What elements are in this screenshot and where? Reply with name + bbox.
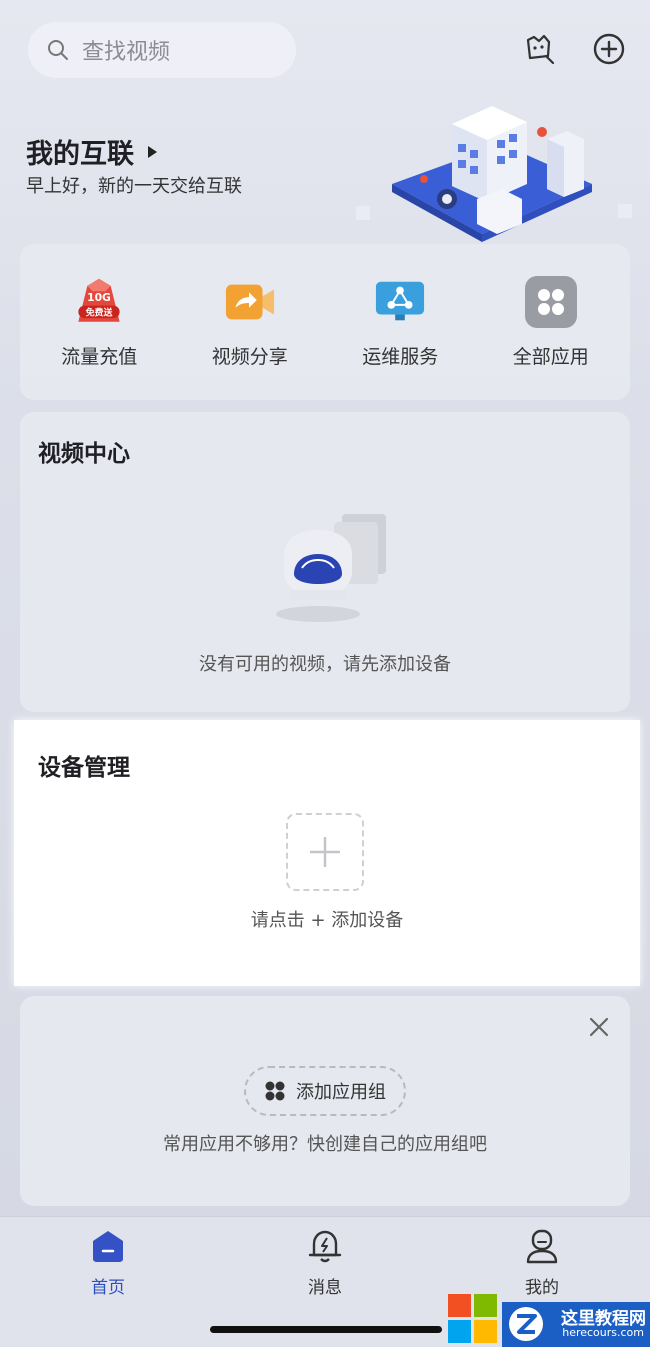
app-label: 流量充值 bbox=[61, 345, 138, 368]
watermark-url: herecours.com bbox=[562, 1326, 644, 1339]
scan-face-icon[interactable] bbox=[522, 32, 556, 66]
tab-label: 首页 bbox=[91, 1278, 125, 1298]
app-video-share[interactable]: 视频分享 bbox=[180, 276, 320, 369]
tab-home[interactable]: 首页 bbox=[48, 1227, 168, 1298]
tab-label: 消息 bbox=[308, 1278, 342, 1298]
app-data-topup[interactable]: 10G 免费送 流量充值 bbox=[29, 276, 169, 369]
add-device-button[interactable] bbox=[286, 813, 364, 891]
windows-logo-icon bbox=[448, 1294, 497, 1343]
tab-messages[interactable]: 消息 bbox=[265, 1227, 385, 1298]
profile-icon bbox=[526, 1229, 558, 1264]
tab-profile[interactable]: 我的 bbox=[482, 1227, 602, 1298]
city-building-illustration bbox=[356, 106, 632, 242]
video-center-card: 视频中心 没有可用的视频，请先添加设备 bbox=[20, 412, 630, 712]
video-share-icon bbox=[224, 276, 276, 328]
ops-service-icon bbox=[374, 276, 426, 328]
app-group-tip: 常用应用不够用？快创建自己的应用组吧 bbox=[163, 1134, 487, 1155]
search-bar[interactable]: 查找视频 bbox=[28, 22, 296, 78]
video-center-title: 视频中心 bbox=[38, 441, 130, 467]
bell-icon bbox=[308, 1230, 342, 1263]
app-label: 视频分享 bbox=[211, 345, 288, 368]
z-logo-icon bbox=[509, 1307, 543, 1341]
add-app-group-button[interactable]: 添加应用组 bbox=[244, 1066, 406, 1116]
video-empty-text: 没有可用的视频，请先添加设备 bbox=[199, 654, 451, 675]
search-icon bbox=[48, 40, 68, 60]
home-indicator bbox=[210, 1326, 442, 1333]
home-icon bbox=[93, 1231, 123, 1262]
app-label: 运维服务 bbox=[362, 345, 439, 368]
add-device-hint: 请点击 + 添加设备 bbox=[250, 910, 404, 931]
app-grid-icon bbox=[265, 1081, 285, 1101]
page-title[interactable]: 我的互联 bbox=[26, 132, 157, 171]
app-group-card: 添加应用组 常用应用不够用？快创建自己的应用组吧 bbox=[20, 996, 630, 1206]
add-app-group-label: 添加应用组 bbox=[296, 1082, 386, 1103]
app-ops-service[interactable]: 运维服务 bbox=[330, 276, 470, 369]
greeting-text: 早上好，新的一天交给互联 bbox=[26, 176, 242, 197]
quick-apps-card: 10G 免费送 流量充值 视频分享 运维服务 全部应用 bbox=[20, 244, 630, 400]
all-apps-icon bbox=[524, 275, 577, 328]
badge-top-text: 10G bbox=[87, 291, 111, 304]
page-title-text: 我的互联 bbox=[26, 139, 134, 170]
plus-icon bbox=[310, 837, 340, 867]
empty-camera-illustration bbox=[276, 514, 386, 622]
search-placeholder: 查找视频 bbox=[82, 40, 171, 65]
device-management-title: 设备管理 bbox=[38, 755, 130, 781]
device-management-card: 设备管理 请点击 + 添加设备 bbox=[14, 720, 640, 986]
play-arrow-icon bbox=[148, 145, 157, 158]
data-topup-icon: 10G 免费送 bbox=[73, 276, 125, 328]
app-home-screen: 查找视频 我的互联 早上好，新的一天交给互联 10G 免费送 流量充值 视频分享… bbox=[0, 0, 650, 1347]
add-circle-icon[interactable] bbox=[592, 32, 626, 66]
site-watermark: 这里教程网 herecours.com bbox=[446, 1290, 650, 1347]
badge-bottom-text: 免费送 bbox=[86, 306, 113, 318]
app-label: 全部应用 bbox=[512, 345, 589, 368]
close-icon[interactable] bbox=[588, 1016, 610, 1038]
app-all-apps[interactable]: 全部应用 bbox=[481, 275, 621, 369]
